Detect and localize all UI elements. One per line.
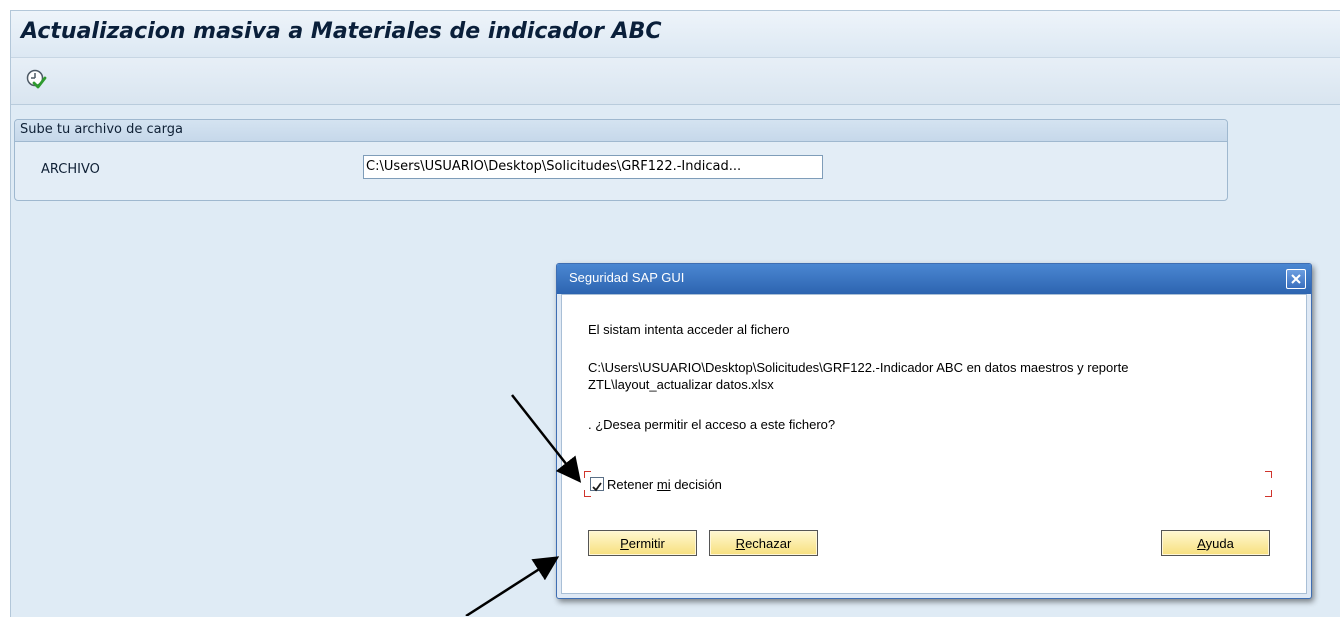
file-path-line2: ZTL\layout_actualizar datos.xlsx <box>588 377 774 392</box>
page-title: Actualizacion masiva a Materiales de ind… <box>21 19 662 44</box>
allow-button[interactable]: Permitir <box>588 530 697 556</box>
retain-label-pre: Retener <box>607 477 657 492</box>
file-field-label: ARCHIVO <box>41 162 100 177</box>
focus-corner <box>1265 490 1272 497</box>
execute-icon[interactable] <box>25 68 47 90</box>
help-mnemonic: A <box>1197 536 1206 551</box>
reject-mnemonic: R <box>735 536 746 551</box>
retain-decision-label: Retener mi decisión <box>607 477 722 492</box>
retain-label-mnemonic: mi <box>656 477 671 492</box>
dialog-body: El sistam intenta acceder al fichero C:\… <box>561 294 1307 594</box>
reject-label: echazar <box>745 536 792 551</box>
retain-label-post: decisión <box>670 477 722 492</box>
file-path-input[interactable]: C:\Users\USUARIO\Desktop\Solicitudes\GRF… <box>363 155 823 179</box>
file-path-line1: C:\Users\USUARIO\Desktop\Solicitudes\GRF… <box>588 360 1129 375</box>
dialog-title-bar: Seguridad SAP GUI <box>557 264 1311 294</box>
title-bar: Actualizacion masiva a Materiales de ind… <box>11 11 1340 58</box>
groupbox-header: Sube tu archivo de carga <box>15 120 1227 142</box>
focus-corner <box>584 490 591 497</box>
dialog-title: Seguridad SAP GUI <box>569 270 685 285</box>
focus-corner <box>1265 471 1272 478</box>
dialog-question: . ¿Desea permitir el acceso a este fiche… <box>588 417 836 432</box>
help-button[interactable]: Ayuda <box>1161 530 1270 556</box>
help-label: yuda <box>1205 536 1234 551</box>
close-icon[interactable] <box>1286 269 1306 289</box>
dialog-message: El sistam intenta acceder al fichero <box>588 322 790 337</box>
upload-groupbox: Sube tu archivo de carga ARCHIVO C:\User… <box>14 119 1228 201</box>
security-dialog: Seguridad SAP GUI El sistam intenta acce… <box>556 263 1312 599</box>
retain-decision-checkbox[interactable] <box>590 477 604 492</box>
allow-mnemonic: P <box>620 536 629 551</box>
reject-button[interactable]: Rechazar <box>709 530 818 556</box>
allow-label: ermitir <box>628 536 665 551</box>
application-toolbar <box>11 58 1340 105</box>
groupbox-title: Sube tu archivo de carga <box>20 122 183 137</box>
